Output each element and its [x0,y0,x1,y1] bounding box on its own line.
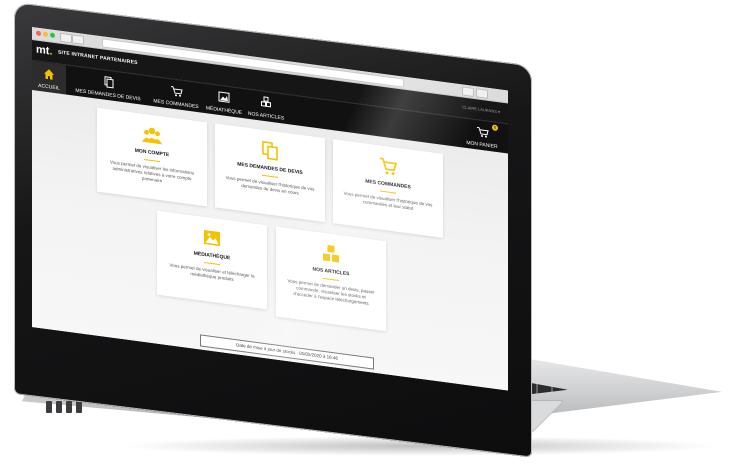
card-commandes[interactable]: MES COMMANDES Vous permet de visualiser … [333,139,443,238]
maximize-dot[interactable] [50,32,55,39]
minimize-dot[interactable] [43,31,48,38]
users-icon [142,127,162,145]
card-divider [380,190,396,194]
card-divider [262,174,278,178]
screen: mt. SITE INTRANET PARTENAIRES CLAIRE LAU… [32,27,508,391]
card-description: Vous permet de visualiser l'historique d… [343,190,433,211]
image-icon [218,91,230,103]
logo[interactable]: mt. [36,44,53,58]
card-description: Vous permet de visualiser et télécharger… [169,262,255,282]
back-button[interactable] [60,32,72,44]
boxes-icon [261,96,271,108]
card-description: Vous permet de visualiser l'historique d… [225,174,315,196]
basket-count-badge: 0 [492,124,498,132]
card-articles[interactable]: NOS ARTICLES Vous permet de demander un … [276,226,386,332]
close-dot[interactable] [36,30,41,37]
card-demandes-devis[interactable]: MES DEMANDES DE DEVIS Vous permet de vis… [215,123,325,223]
boxes-icon [323,244,339,263]
site-title: SITE INTRANET PARTENAIRES [58,49,138,67]
user-menu[interactable]: CLAIRE LAURANS ▾ [462,104,500,114]
card-divider [204,261,220,266]
laptop: mt. SITE INTRANET PARTENAIRES CLAIRE LAU… [0,0,749,468]
card-description: Vous permet de visualiser les informatio… [109,159,195,184]
card-divider [144,158,160,163]
image-icon [204,229,220,247]
tabs-button[interactable] [476,88,488,99]
share-button[interactable] [462,86,474,97]
card-divider [323,277,339,281]
forward-button[interactable] [72,34,84,45]
cart-icon [380,157,398,176]
card-mon-compte[interactable]: MON COMPTE Vous permet de visualiser les… [97,107,207,207]
card-description: Vous permet de demander un devis, passer… [287,278,375,306]
documents-icon [262,140,278,161]
home-icon [44,69,54,80]
card-mediatheque[interactable]: MÉDIATHÈQUE Vous permet de visualiser et… [157,210,267,310]
ports [46,400,86,418]
